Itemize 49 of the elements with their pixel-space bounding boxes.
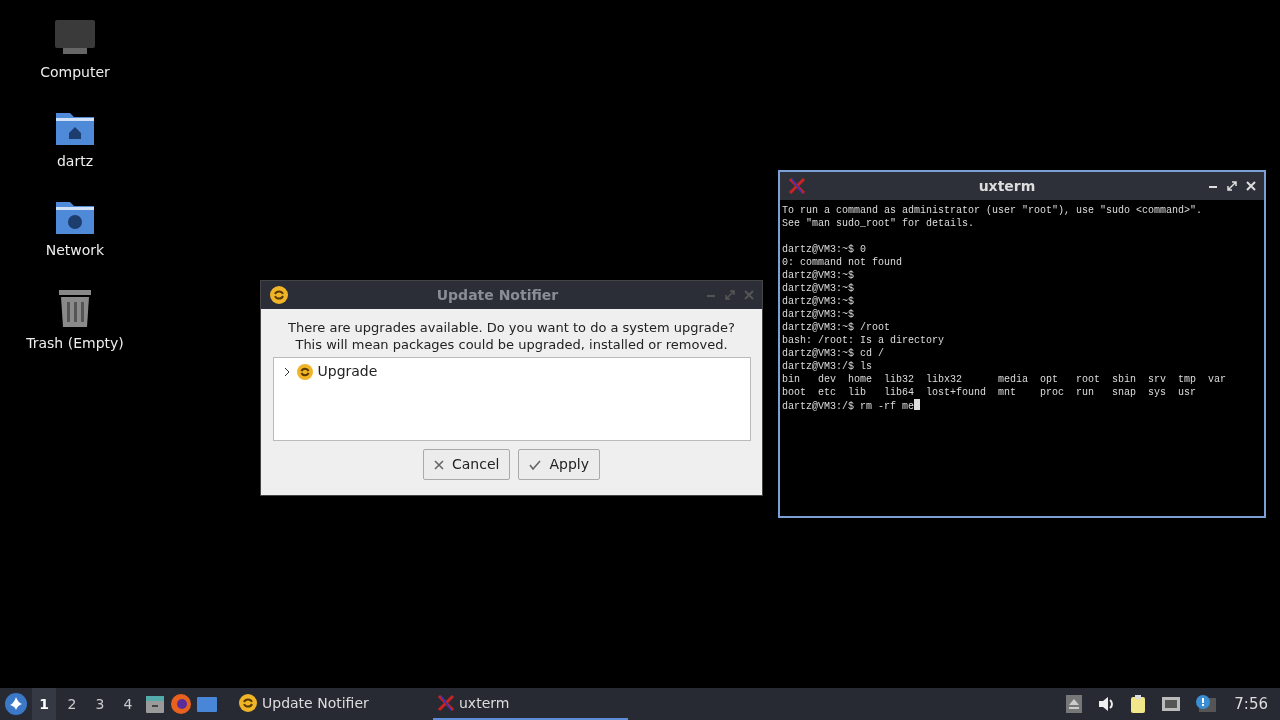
terminal-line: bin dev home lib32 libx32 media opt root sbin srv tmp var xyxy=(782,374,1227,385)
desktop-icon-label[interactable]: dartz xyxy=(56,151,94,172)
workspace-tab[interactable]: 4 xyxy=(116,688,140,720)
terminal-line: dartz@VM3:~$ xyxy=(782,283,854,294)
workspace-tab[interactable]: 2 xyxy=(60,688,84,720)
x-logo-icon xyxy=(437,694,455,712)
desktop-icon-label[interactable]: Trash (Empty) xyxy=(26,333,124,354)
volume-icon[interactable] xyxy=(1097,695,1116,713)
terminal-line: dartz@VM3:/$ rm -rf me xyxy=(782,401,915,412)
notification-icon[interactable] xyxy=(1195,694,1218,714)
clipboard-icon[interactable] xyxy=(1129,694,1148,714)
terminal-line: dartz@VM3:~$ xyxy=(782,296,854,307)
terminal-line: boot etc lib lib64 lost+found mnt proc run snap sys usr xyxy=(782,387,1197,398)
close-icon xyxy=(434,459,444,470)
terminal-line: dartz@VM3:~$ xyxy=(782,270,854,281)
terminal-line: bash: /root: Is a directory xyxy=(782,335,945,346)
desktop-icon-label[interactable]: Computer xyxy=(40,62,110,83)
taskbar-task[interactable]: Update Notifier xyxy=(234,688,429,720)
cancel-button[interactable]: Cancel xyxy=(423,449,511,480)
trash-icon xyxy=(57,287,93,329)
terminal-line: dartz@VM3:~$ /root xyxy=(782,322,891,333)
update-icon xyxy=(295,362,314,381)
tree-item[interactable]: Upgrade xyxy=(317,361,378,382)
taskbar-task[interactable]: uxterm xyxy=(433,688,628,720)
browser-icon[interactable] xyxy=(170,693,192,715)
update-icon xyxy=(269,285,289,305)
terminal-line: To run a command as administrator (user "root"), use "sudo <command>". xyxy=(782,205,1203,216)
terminal-line: dartz@VM3:~$ xyxy=(782,309,854,320)
terminal-line: dartz@VM3:~$ 0 xyxy=(782,244,866,255)
workspace-tab[interactable]: 1 xyxy=(32,688,56,720)
apply-button[interactable]: Apply xyxy=(518,449,600,480)
dialog-message: This will mean packages could be upgraded, installed or removed. xyxy=(295,336,728,353)
terminal-line: dartz@VM3:/$ ls xyxy=(782,361,872,372)
terminal-line: See "man sudo_root" for details. xyxy=(782,218,975,229)
desktop-icon-label[interactable]: Network xyxy=(45,240,105,261)
eject-icon[interactable] xyxy=(1065,694,1084,714)
file-cabinet-icon[interactable] xyxy=(144,693,166,715)
text-cursor xyxy=(914,399,921,410)
window-title: uxterm xyxy=(977,176,1037,196)
start-menu-icon[interactable] xyxy=(4,692,28,716)
terminal-line: 0: command not found xyxy=(782,257,903,268)
update-icon xyxy=(238,693,258,713)
terminal-line: dartz@VM3:~$ cd / xyxy=(782,348,885,359)
clock[interactable]: 7:56 xyxy=(1234,692,1268,716)
check-icon xyxy=(529,459,542,470)
x-logo-icon xyxy=(788,177,806,195)
workspace-tab[interactable]: 3 xyxy=(88,688,112,720)
window-title: Update Notifier xyxy=(435,285,560,305)
dialog-message: There are upgrades available. Do you want to do a system upgrade? xyxy=(288,319,735,336)
